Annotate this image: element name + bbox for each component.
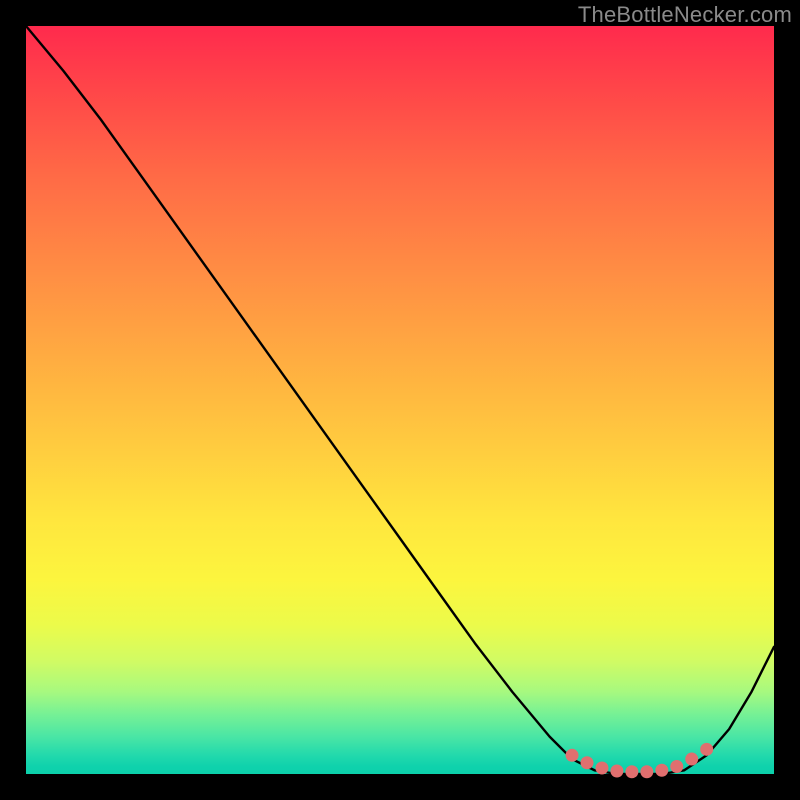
marker-dot (625, 765, 638, 778)
watermark-text: TheBottleNecker.com (578, 2, 792, 28)
chart-svg (26, 26, 774, 774)
marker-dot (685, 753, 698, 766)
chart-stage: TheBottleNecker.com (0, 0, 800, 800)
marker-dot (566, 749, 579, 762)
marker-dot (670, 760, 683, 773)
plot-area (26, 26, 774, 774)
marker-dot (595, 762, 608, 775)
bottleneck-curve (26, 26, 774, 774)
marker-dot (610, 765, 623, 778)
marker-dot (640, 765, 653, 778)
marker-dot (655, 764, 668, 777)
marker-dot (581, 756, 594, 769)
marker-dot (700, 743, 713, 756)
